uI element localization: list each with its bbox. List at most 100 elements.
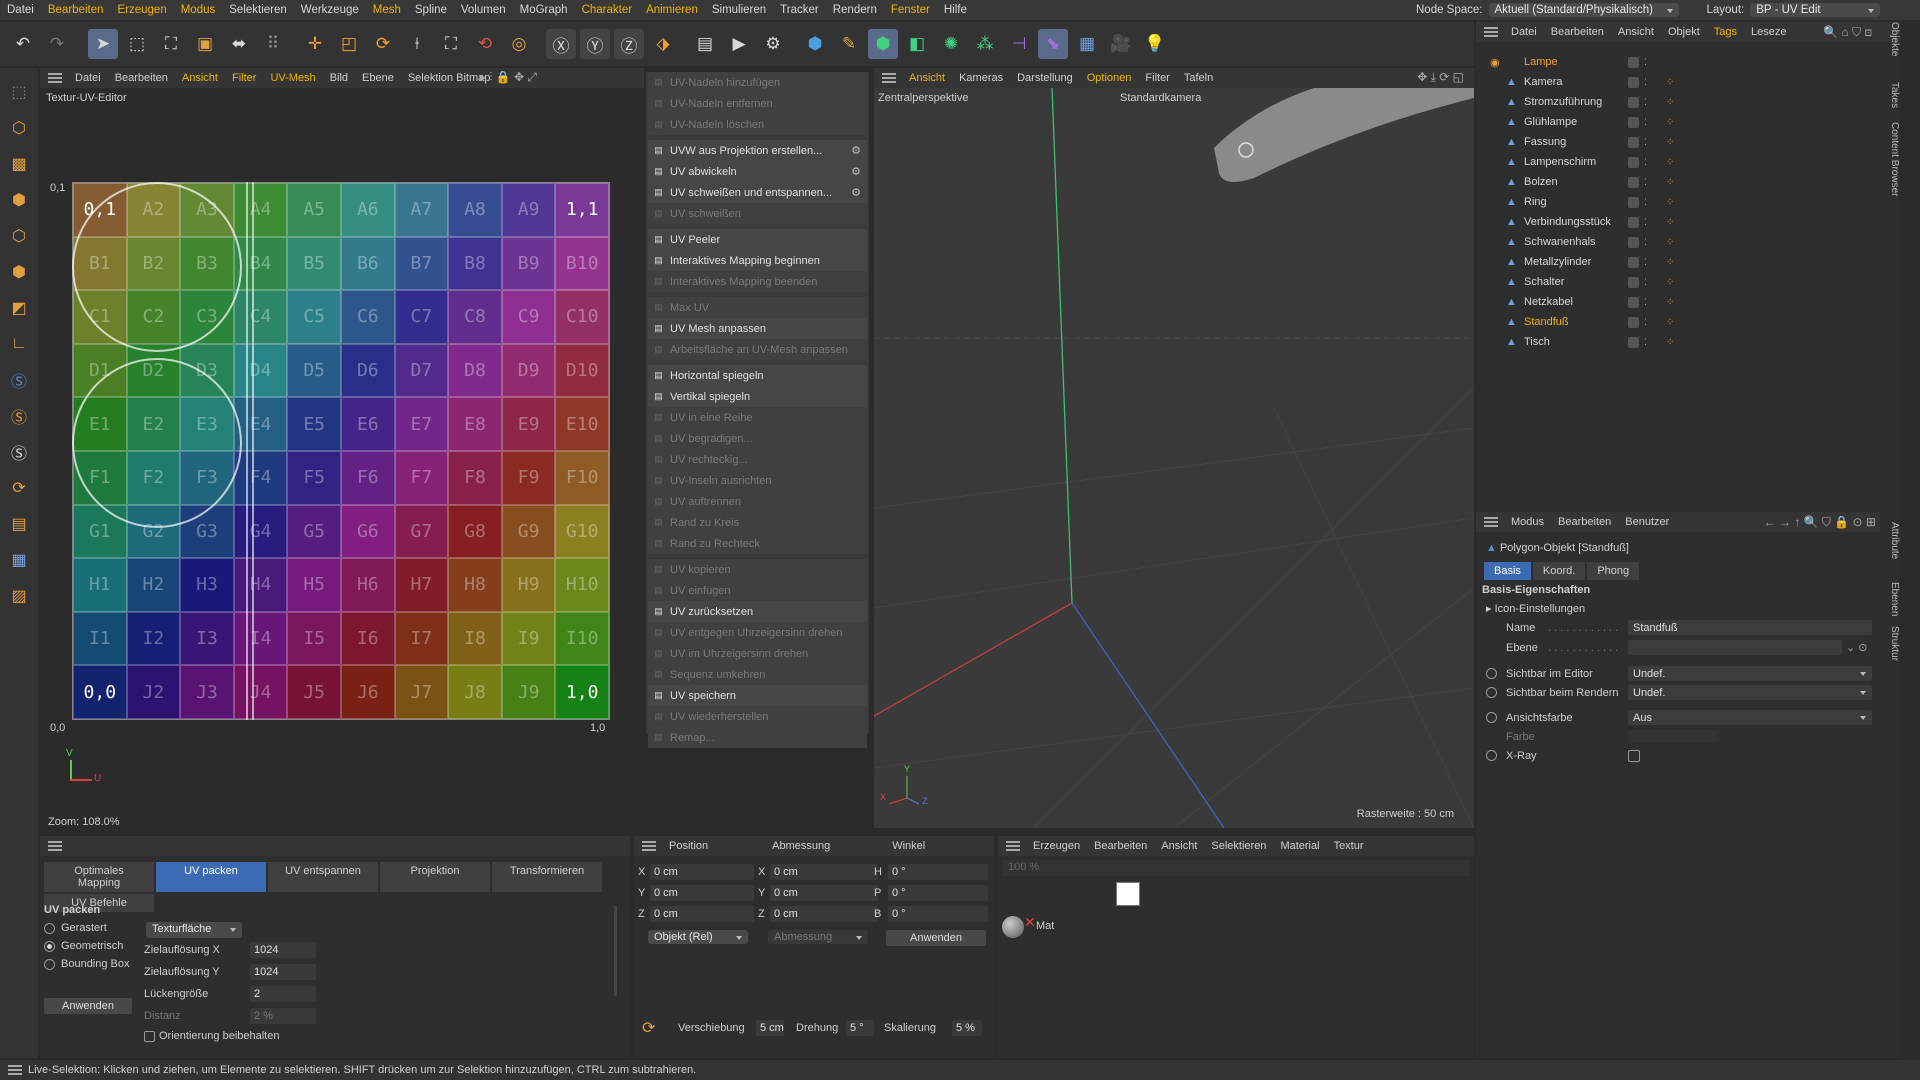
rot-p-field[interactable]: 0 °: [888, 885, 988, 901]
material-menu-item[interactable]: Erzeugen: [1026, 840, 1087, 852]
tag-icon[interactable]: ⁘: [1666, 137, 1674, 148]
uv-polygons-icon[interactable]: ◩: [4, 293, 34, 323]
pos-x-field[interactable]: 0 cm: [650, 864, 754, 880]
solo-off-icon[interactable]: Ⓢ: [4, 437, 34, 467]
grid-select-icon[interactable]: ⠿: [258, 29, 288, 59]
menu-9[interactable]: MoGraph: [513, 4, 575, 16]
uv-command[interactable]: ▤ UV speichern: [648, 685, 867, 706]
edges-mode-icon[interactable]: ⬡: [4, 221, 34, 251]
res-y-field[interactable]: 1024: [250, 964, 316, 980]
render-dots-icon[interactable]: ⁚: [1644, 297, 1647, 308]
object-row[interactable]: ▲ Standfuß ⁚ ⁘: [1476, 312, 1876, 332]
menu-icon[interactable]: [48, 841, 62, 851]
material-menu-item[interactable]: Bearbeiten: [1087, 840, 1154, 852]
menu-1[interactable]: Bearbeiten: [41, 4, 111, 16]
option-bounding-box[interactable]: Bounding Box: [44, 958, 130, 970]
render-dots-icon[interactable]: ⁚: [1644, 157, 1647, 168]
axis-mode-icon[interactable]: ∟: [4, 329, 34, 359]
uv-menu-item[interactable]: Bearbeiten: [108, 72, 175, 84]
res-x-field[interactable]: 1024: [250, 942, 316, 958]
attribute-tab[interactable]: Phong: [1587, 562, 1640, 580]
locked-workplane-icon[interactable]: ▨: [4, 581, 34, 611]
menu-8[interactable]: Volumen: [454, 4, 513, 16]
distance-field[interactable]: 2 %: [250, 1008, 316, 1024]
uv-command[interactable]: ▤ Interaktives Mapping beginnen: [648, 250, 867, 271]
object-row[interactable]: ▲ Netzkabel ⁚ ⁘: [1476, 292, 1876, 312]
snap-icon[interactable]: ◎: [504, 29, 534, 59]
render-region-icon[interactable]: ▤: [690, 29, 720, 59]
menu-icon[interactable]: [8, 1065, 22, 1075]
uv-command[interactable]: ▤ Vertikal spiegeln: [648, 386, 867, 407]
uv-tools-scrollbar[interactable]: [614, 906, 617, 996]
render-dots-icon[interactable]: ⁚: [1644, 177, 1647, 188]
snap-enable-icon[interactable]: ⟳: [4, 473, 34, 503]
viewport-menu-item[interactable]: Ansicht: [902, 72, 952, 84]
tag-icon[interactable]: ⁘: [1666, 177, 1674, 188]
object-row[interactable]: ▲ Stromzuführung ⁚ ⁘: [1476, 92, 1876, 112]
uv-menu-item[interactable]: Ansicht: [175, 72, 225, 84]
uv-command[interactable]: ▤ UVW aus Projektion erstellen... ⚙: [648, 140, 867, 161]
object-row[interactable]: ▲ Kamera ⁚ ⁘: [1476, 72, 1876, 92]
tag-icon[interactable]: ⁘: [1666, 217, 1674, 228]
side-tab-takes[interactable]: Takes: [1880, 82, 1900, 108]
tag-icon[interactable]: ⁘: [1666, 277, 1674, 288]
frame-icon[interactable]: ⛶: [436, 29, 466, 59]
joint-icon[interactable]: ⟊: [402, 29, 432, 59]
object-menu-item[interactable]: Datei: [1504, 26, 1544, 38]
render-dots-icon[interactable]: ⁚: [1644, 277, 1647, 288]
color-swatch[interactable]: [1628, 730, 1718, 743]
visibility-checkbox[interactable]: [1628, 216, 1639, 228]
visibility-checkbox[interactable]: [1628, 56, 1639, 68]
gear-icon[interactable]: ⚙: [851, 186, 861, 199]
uv-tools-tab[interactable]: Transformieren: [492, 862, 602, 892]
coords-apply-button[interactable]: Anwenden: [886, 930, 986, 946]
uv-island-strip[interactable]: [246, 182, 254, 720]
make-editable-icon[interactable]: ⬚: [4, 77, 34, 107]
snap-settings-icon[interactable]: ⟳: [642, 1018, 655, 1038]
layer-pick-icon[interactable]: ⌄ ⊙: [1846, 641, 1868, 654]
menu-10[interactable]: Charakter: [575, 4, 640, 16]
visibility-checkbox[interactable]: [1628, 76, 1639, 88]
material-menu-item[interactable]: Textur: [1327, 840, 1371, 852]
node-space-dropdown[interactable]: Aktuell (Standard/Physikalisch): [1488, 3, 1679, 17]
uv-island-circle[interactable]: [72, 358, 242, 528]
side-tab-attribute[interactable]: Attribute: [1880, 522, 1900, 559]
object-row[interactable]: ▲ Glühlampe ⁚ ⁘: [1476, 112, 1876, 132]
floor-icon[interactable]: ▦: [1072, 29, 1102, 59]
side-tab-content-browser[interactable]: Content Browser: [1880, 122, 1900, 196]
visibility-checkbox[interactable]: [1628, 116, 1639, 128]
material-menu-item[interactable]: Ansicht: [1154, 840, 1204, 852]
menu-16[interactable]: Hilfe: [937, 4, 974, 16]
gap-field[interactable]: 2: [250, 986, 316, 1002]
layer-field[interactable]: [1628, 640, 1842, 655]
tag-icon[interactable]: ⁘: [1666, 317, 1674, 328]
icon-settings[interactable]: ▸ Icon-Einstellungen: [1486, 602, 1585, 615]
side-tab-ebenen[interactable]: Ebenen: [1880, 582, 1900, 616]
menu-4[interactable]: Selektieren: [222, 4, 294, 16]
tag-icon[interactable]: ⁘: [1666, 117, 1674, 128]
uv-menu-item[interactable]: Ebene: [355, 72, 401, 84]
render-dots-icon[interactable]: ⁚: [1644, 237, 1647, 248]
solo-select-icon[interactable]: Ⓢ: [4, 401, 34, 431]
display-color-dropdown[interactable]: Aus: [1628, 710, 1872, 725]
uv-command[interactable]: ▤ UV abwickeln ⚙: [648, 161, 867, 182]
model-mode-icon[interactable]: ⬡: [4, 113, 34, 143]
tag-icon[interactable]: ⁘: [1666, 157, 1674, 168]
psr-icon[interactable]: ⟲: [470, 29, 500, 59]
render-dots-icon[interactable]: ⁚: [1644, 97, 1647, 108]
viewport-menu-item[interactable]: Darstellung: [1010, 72, 1080, 84]
delete-icon[interactable]: ✕: [1024, 914, 1036, 931]
visibility-checkbox[interactable]: [1628, 256, 1639, 268]
size-x-field[interactable]: 0 cm: [770, 864, 878, 880]
visibility-checkbox[interactable]: [1628, 336, 1639, 348]
option-gerastert[interactable]: Gerastert: [44, 922, 107, 934]
object-row[interactable]: ▲ Verbindungsstück ⁚ ⁘: [1476, 212, 1876, 232]
tag-icon[interactable]: ⁘: [1666, 197, 1674, 208]
size-mode-dropdown[interactable]: Abmessung: [768, 930, 868, 944]
uv-tools-tab[interactable]: UV entspannen: [268, 862, 378, 892]
light-icon[interactable]: 💡: [1140, 29, 1170, 59]
menu-5[interactable]: Werkzeuge: [294, 4, 366, 16]
pen-icon[interactable]: ✎: [834, 29, 864, 59]
menu-icon[interactable]: [642, 841, 656, 851]
uv-island-circle[interactable]: [72, 182, 242, 352]
